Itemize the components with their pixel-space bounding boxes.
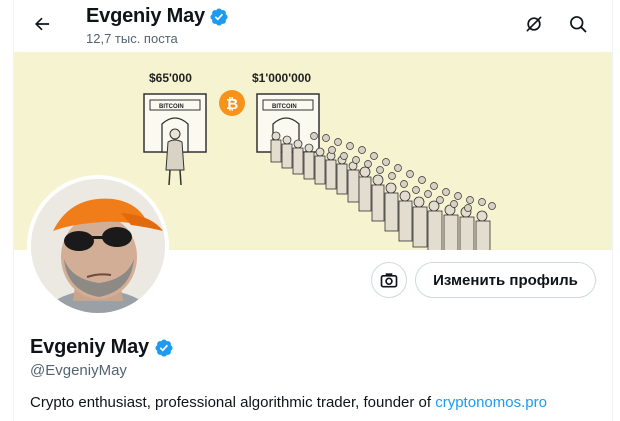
avatar-frame[interactable]: [27, 175, 169, 317]
verified-badge-icon: [210, 7, 228, 26]
banner-amount-left: $65'000: [149, 71, 192, 85]
frame-divider-right: [612, 0, 613, 421]
back-arrow-icon: [35, 17, 50, 31]
profile-name: Evgeniy May: [30, 336, 149, 358]
avatar-portrait: [31, 179, 165, 313]
banner-amount-right: $1'000'000: [252, 71, 311, 85]
header-title: Evgeniy May: [86, 5, 229, 28]
pin-slash-button[interactable]: [520, 10, 548, 38]
profile-bio: Crypto enthusiast, professional algorith…: [30, 394, 547, 411]
back-button[interactable]: [28, 10, 56, 38]
pin-slash-icon: [526, 16, 542, 32]
edit-profile-button[interactable]: Изменить профиль: [415, 262, 596, 298]
header-name: Evgeniy May: [86, 5, 205, 27]
verified-badge-icon: [155, 338, 173, 357]
profile-display-name: Evgeniy May: [30, 336, 174, 359]
posts-count: 12,7 тыс. поста: [86, 31, 178, 46]
search-button[interactable]: [564, 10, 592, 38]
search-icon: [570, 16, 587, 33]
bio-text: Crypto enthusiast, professional algorith…: [30, 394, 436, 411]
banner-sign-right: BITCOIN: [272, 104, 297, 110]
bitcoin-symbol: ₿: [226, 95, 238, 113]
bio-link[interactable]: cryptonomos.pro: [435, 394, 547, 411]
profile-header: Evgeniy May 12,7 тыс. поста: [14, 0, 612, 52]
banner-sign-left: BITCOIN: [159, 104, 184, 110]
camera-icon: [380, 273, 398, 288]
avatar: [31, 179, 165, 313]
profile-handle: @EvgeniyMay: [30, 362, 127, 379]
banner-camera-button[interactable]: [371, 262, 407, 298]
